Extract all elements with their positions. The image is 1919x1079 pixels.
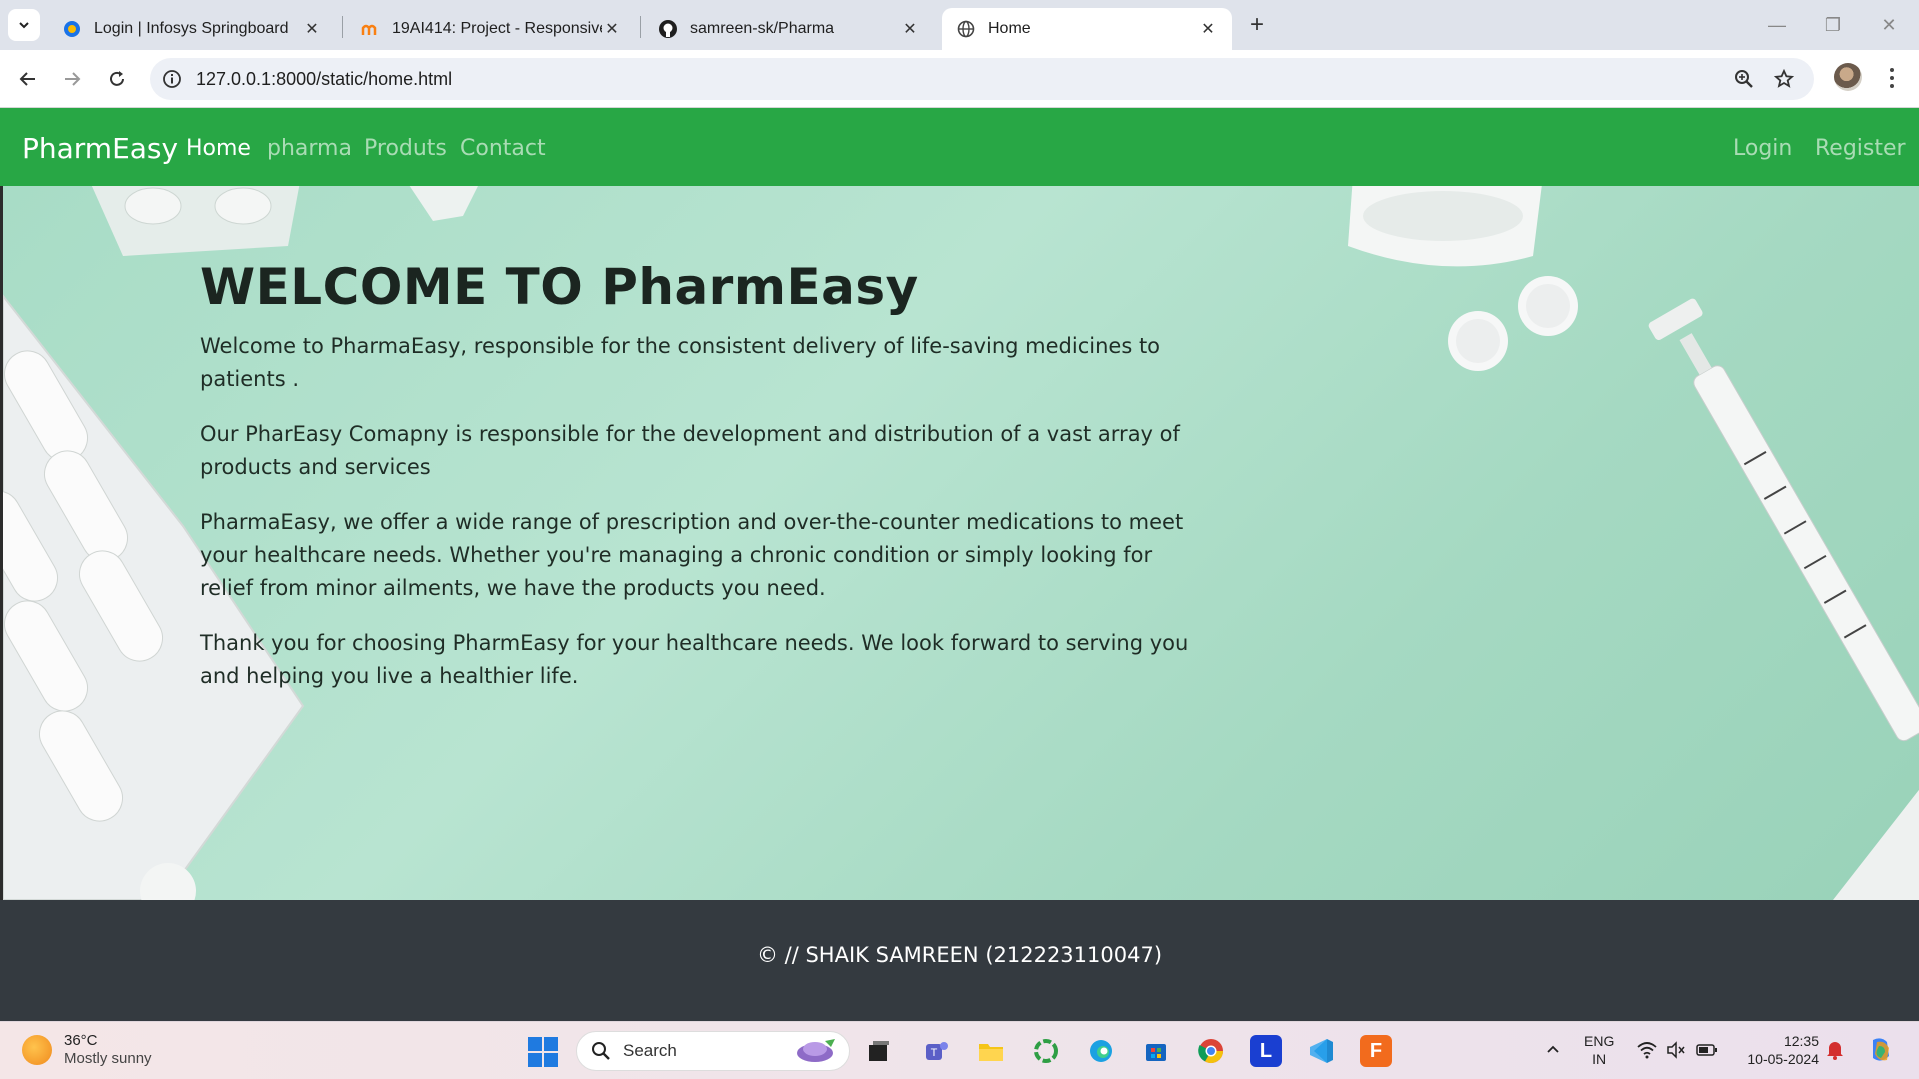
reload-icon bbox=[110, 71, 124, 86]
arrow-right-icon bbox=[65, 72, 81, 86]
tab-github[interactable]: samreen-sk/Pharma ✕ bbox=[644, 8, 934, 50]
back-button[interactable] bbox=[12, 63, 44, 95]
footer-copyright: © // SHAIK SAMREEN (212223110047) bbox=[756, 942, 1163, 967]
battery-icon[interactable] bbox=[1696, 1039, 1718, 1061]
tab-title: Home bbox=[988, 20, 1031, 37]
windows-start-icon[interactable] bbox=[528, 1037, 558, 1067]
speaker-muted-icon[interactable] bbox=[1665, 1039, 1687, 1061]
navbar-brand[interactable]: PharmEasy bbox=[22, 132, 178, 165]
close-icon[interactable]: ✕ bbox=[602, 19, 622, 39]
zoom-icon[interactable] bbox=[1732, 67, 1756, 91]
copilot-icon[interactable] bbox=[1866, 1035, 1896, 1065]
language-indicator[interactable]: ENG IN bbox=[1584, 1032, 1614, 1068]
forward-button[interactable] bbox=[56, 63, 88, 95]
clock-time: 12:35 bbox=[1783, 1033, 1819, 1049]
site-navbar: PharmEasy Home pharma Produts Contact Lo… bbox=[0, 108, 1919, 186]
region-code: IN bbox=[1592, 1051, 1607, 1067]
notification-bell-icon[interactable] bbox=[1824, 1039, 1846, 1061]
github-icon bbox=[658, 19, 678, 39]
tab-moodle[interactable]: 19AI414: Project - Responsive W ✕ bbox=[346, 8, 636, 50]
browser-menu-icon[interactable] bbox=[1880, 63, 1904, 93]
fl-studio-icon[interactable]: F bbox=[1360, 1035, 1392, 1067]
close-icon[interactable]: ✕ bbox=[1198, 19, 1218, 39]
moodle-icon bbox=[360, 19, 380, 39]
vscode-icon[interactable] bbox=[1305, 1035, 1337, 1067]
chevron-up-icon[interactable] bbox=[1542, 1039, 1564, 1061]
tab-infosys[interactable]: Login | Infosys Springboard ✕ bbox=[48, 8, 336, 50]
tab-title: samreen-sk/Pharma bbox=[690, 20, 835, 37]
nav-link-contact[interactable]: Contact bbox=[460, 136, 546, 161]
tab-home[interactable]: Home ✕ bbox=[942, 8, 1232, 50]
nav-link-pharma[interactable]: pharma bbox=[267, 136, 352, 161]
tab-title: Login | Infosys Springboard bbox=[94, 20, 289, 37]
teams-icon[interactable]: T bbox=[920, 1035, 952, 1067]
hero-paragraph: Thank you for choosing PharmEasy for you… bbox=[200, 631, 1189, 688]
restore-icon[interactable]: ❐ bbox=[1818, 10, 1848, 40]
browser-toolbar: 127.0.0.1:8000/static/home.html bbox=[0, 50, 1919, 108]
hero-title: WELCOME TO PharmEasy bbox=[200, 258, 919, 316]
hero-section: WELCOME TO PharmEasy Welcome to PharmaEa… bbox=[0, 186, 1919, 900]
taskbar-search[interactable]: Search bbox=[576, 1031, 850, 1071]
nav-link-home[interactable]: Home bbox=[186, 136, 251, 161]
weather-description: Mostly sunny bbox=[64, 1050, 152, 1067]
address-bar[interactable]: 127.0.0.1:8000/static/home.html bbox=[150, 58, 1814, 100]
globe-icon bbox=[956, 19, 976, 39]
tab-separator bbox=[342, 16, 343, 38]
arrow-left-icon bbox=[19, 72, 35, 86]
chrome-icon[interactable] bbox=[1195, 1035, 1227, 1067]
refresh-app-icon[interactable] bbox=[1030, 1035, 1062, 1067]
profile-avatar[interactable] bbox=[1834, 63, 1862, 91]
weather-widget[interactable]: 36°C Mostly sunny bbox=[22, 1032, 152, 1068]
hero-paragraph: Welcome to PharmaEasy, responsible for t… bbox=[200, 334, 1161, 391]
tab-separator bbox=[640, 16, 641, 38]
tab-title: 19AI414: Project - Responsive W bbox=[392, 20, 602, 37]
bookmark-star-icon[interactable] bbox=[1772, 67, 1796, 91]
language-code: ENG bbox=[1584, 1033, 1615, 1049]
url-text: 127.0.0.1:8000/static/home.html bbox=[196, 69, 453, 89]
tab-search-button[interactable] bbox=[8, 9, 40, 41]
reload-button[interactable] bbox=[101, 63, 133, 95]
svg-text:T: T bbox=[931, 1047, 938, 1059]
hero-paragraph: PharmaEasy, we offer a wide range of pre… bbox=[200, 510, 1184, 600]
hero-content: WELCOME TO PharmEasy Welcome to PharmaEa… bbox=[200, 258, 1210, 715]
nav-link-register[interactable]: Register bbox=[1815, 136, 1906, 161]
nav-link-login[interactable]: Login bbox=[1733, 136, 1792, 161]
search-highlight-icon bbox=[797, 1039, 835, 1062]
site-footer: © // SHAIK SAMREEN (212223110047) bbox=[0, 900, 1919, 1021]
wifi-icon[interactable] bbox=[1636, 1039, 1658, 1061]
close-icon[interactable]: ✕ bbox=[302, 19, 322, 39]
edge-icon[interactable] bbox=[1085, 1035, 1117, 1067]
search-label: Search bbox=[623, 1041, 677, 1060]
window-close-icon[interactable]: ✕ bbox=[1874, 10, 1904, 40]
l-app-icon[interactable]: L bbox=[1250, 1035, 1282, 1067]
hero-paragraph: Our PharEasy Comapny is responsible for … bbox=[200, 422, 1180, 479]
close-icon[interactable]: ✕ bbox=[900, 19, 920, 39]
infosys-icon bbox=[62, 19, 82, 39]
minimize-icon[interactable]: — bbox=[1762, 10, 1792, 40]
browser-tab-bar: Login | Infosys Springboard ✕ 19AI414: P… bbox=[0, 0, 1919, 50]
task-view-icon[interactable] bbox=[863, 1035, 895, 1067]
search-icon bbox=[592, 1042, 610, 1060]
chevron-down-icon bbox=[19, 22, 29, 29]
microsoft-store-icon[interactable] bbox=[1140, 1035, 1172, 1067]
clock-date: 10-05-2024 bbox=[1747, 1051, 1819, 1067]
file-explorer-icon[interactable] bbox=[975, 1035, 1007, 1067]
system-clock[interactable]: 12:35 10-05-2024 bbox=[1735, 1032, 1819, 1068]
nav-link-produts[interactable]: Produts bbox=[364, 136, 447, 161]
weather-temperature: 36°C bbox=[64, 1032, 98, 1049]
weather-sun-icon bbox=[22, 1035, 52, 1065]
site-info-icon[interactable] bbox=[160, 67, 184, 91]
new-tab-button[interactable]: + bbox=[1242, 10, 1272, 40]
taskbar: 36°C Mostly sunny Search T L F ENG IN 12… bbox=[0, 1021, 1919, 1079]
